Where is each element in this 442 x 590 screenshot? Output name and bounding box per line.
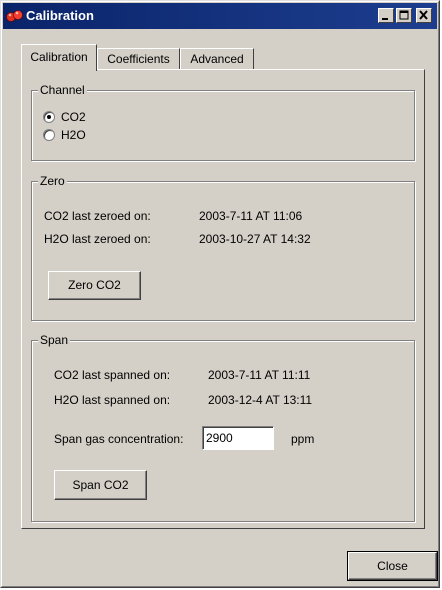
close-button[interactable]: Close bbox=[347, 551, 438, 581]
tab-advanced-label: Advanced bbox=[190, 52, 244, 66]
span-legend: Span bbox=[38, 333, 71, 347]
co2-spanned-value: 2003-7-11 AT 11:11 bbox=[208, 368, 311, 382]
calibration-tab-panel: Channel CO2 H2O Zero CO2 last zeroed on:… bbox=[21, 69, 425, 529]
channel-group: Channel CO2 H2O bbox=[31, 83, 415, 161]
zero-co2-button-label: Zero CO2 bbox=[68, 278, 121, 292]
title-bar[interactable]: Calibration bbox=[3, 3, 437, 29]
tab-coefficients-label: Coefficients bbox=[107, 52, 170, 66]
zero-co2-button[interactable]: Zero CO2 bbox=[48, 271, 141, 300]
tab-calibration[interactable]: Calibration bbox=[21, 44, 97, 71]
minimize-button[interactable] bbox=[378, 8, 394, 23]
zero-legend: Zero bbox=[38, 174, 67, 188]
maximize-icon bbox=[399, 10, 409, 20]
span-gas-unit: ppm bbox=[291, 432, 315, 446]
window-title: Calibration bbox=[26, 8, 94, 23]
span-gas-label: Span gas concentration: bbox=[54, 432, 184, 446]
calibration-window: Calibration Calibration Coefficients Adv… bbox=[0, 0, 440, 588]
co2-zeroed-label: CO2 last zeroed on: bbox=[44, 209, 151, 223]
radio-h2o[interactable] bbox=[43, 129, 55, 141]
maximize-button[interactable] bbox=[396, 8, 412, 23]
tab-advanced[interactable]: Advanced bbox=[180, 48, 254, 70]
close-icon bbox=[419, 10, 428, 20]
span-group: Span CO2 last spanned on: 2003-7-11 AT 1… bbox=[31, 333, 415, 522]
radio-co2-label[interactable]: CO2 bbox=[61, 110, 86, 124]
close-button-label: Close bbox=[377, 559, 408, 573]
zero-group: Zero CO2 last zeroed on: 2003-7-11 AT 11… bbox=[31, 174, 415, 321]
app-icon[interactable] bbox=[6, 8, 24, 24]
h2o-zeroed-value: 2003-10-27 AT 14:32 bbox=[199, 232, 311, 246]
radio-h2o-label[interactable]: H2O bbox=[61, 128, 86, 142]
close-window-button[interactable] bbox=[416, 8, 432, 23]
channel-legend: Channel bbox=[38, 83, 87, 97]
tab-calibration-label: Calibration bbox=[30, 50, 88, 64]
span-co2-button-label: Span CO2 bbox=[72, 478, 129, 492]
co2-zeroed-value: 2003-7-11 AT 11:06 bbox=[199, 209, 303, 223]
span-gas-input[interactable] bbox=[202, 426, 274, 450]
h2o-spanned-label: H2O last spanned on: bbox=[54, 393, 171, 407]
minimize-icon bbox=[382, 18, 388, 20]
radio-co2[interactable] bbox=[43, 111, 55, 123]
h2o-zeroed-label: H2O last zeroed on: bbox=[44, 232, 151, 246]
co2-spanned-label: CO2 last spanned on: bbox=[54, 368, 171, 382]
tab-coefficients[interactable]: Coefficients bbox=[97, 48, 180, 70]
radio-co2-dot bbox=[47, 115, 51, 119]
h2o-spanned-value: 2003-12-4 AT 13:11 bbox=[208, 393, 313, 407]
span-co2-button[interactable]: Span CO2 bbox=[54, 470, 147, 500]
